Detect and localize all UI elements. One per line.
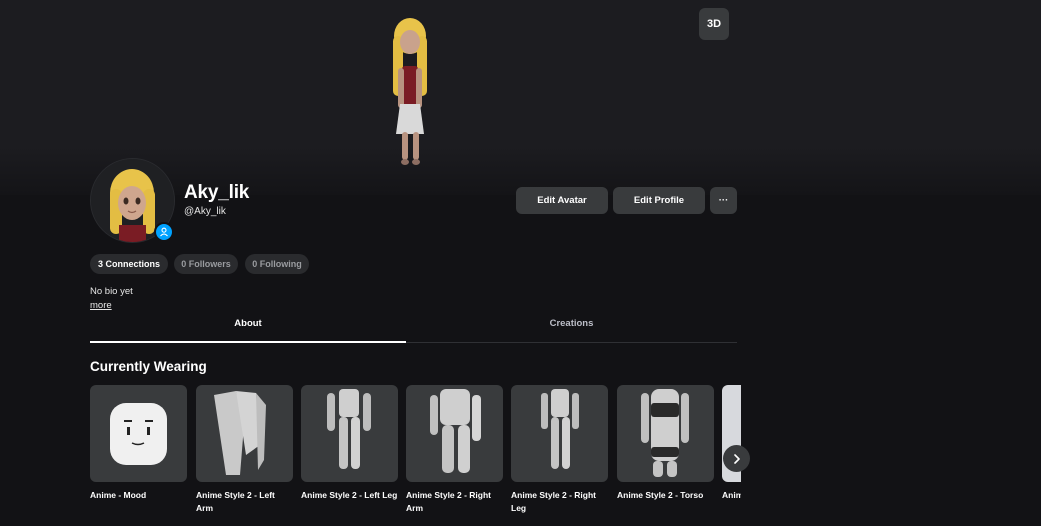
item-name: Anime Style 2 - Left Arm	[196, 490, 275, 513]
followers-pill[interactable]: 0 Followers	[174, 254, 238, 274]
carousel-next-button[interactable]	[723, 445, 750, 472]
item-thumbnail	[617, 385, 714, 482]
display-name: Aky_lik	[184, 182, 250, 203]
wearing-item-card[interactable]: Anime Style 2 - Right Leg	[511, 385, 608, 515]
item-name: Anime Style 2 - Right Arm	[406, 490, 492, 513]
edit-profile-button[interactable]: Edit Profile	[613, 187, 705, 214]
bio-more-link[interactable]: more	[90, 300, 112, 311]
item-thumbnail	[196, 385, 293, 482]
wearing-item-card[interactable]: Anime Style 2 - Right Arm	[406, 385, 503, 515]
item-thumbnail	[301, 385, 398, 482]
wearing-item-card[interactable]: Anime Style 2 - Eyes	[722, 385, 741, 502]
tab-about[interactable]: About	[90, 318, 406, 329]
item-name: Anime - Mood	[90, 490, 147, 500]
following-pill[interactable]: 0 Following	[245, 254, 309, 274]
chevron-right-icon	[733, 453, 740, 464]
connections-pill[interactable]: 3 Connections	[90, 254, 168, 274]
edit-avatar-button[interactable]: Edit Avatar	[516, 187, 608, 214]
item-thumbnail	[511, 385, 608, 482]
currently-wearing-carousel: Anime - Mood Anime Style 2 - Left Arm An…	[90, 385, 741, 526]
item-name: Anime Style 2 - Right Leg	[511, 490, 597, 513]
view-3d-toggle-button[interactable]: 3D	[699, 8, 729, 40]
currently-wearing-title: Currently Wearing	[90, 359, 207, 374]
wearing-item-card[interactable]: Anime Style 2 - Left Leg	[301, 385, 398, 502]
wearing-item-card[interactable]: Anime - Mood	[90, 385, 187, 502]
avatar-3d-render[interactable]	[378, 14, 442, 168]
item-name: Anime Style 2 - Eyes	[722, 490, 741, 500]
tab-creations[interactable]: Creations	[406, 318, 737, 329]
bio-text: No bio yet	[90, 286, 133, 297]
item-thumbnail	[90, 385, 187, 482]
wearing-item-card[interactable]: Anime Style 2 - Torso	[617, 385, 714, 502]
item-name: Anime Style 2 - Left Leg	[301, 490, 398, 500]
username: @Aky_lik	[184, 206, 226, 217]
active-tab-indicator	[90, 341, 406, 343]
more-options-button[interactable]: ···	[710, 187, 737, 214]
user-icon	[160, 227, 168, 237]
item-name: Anime Style 2 - Torso	[617, 490, 704, 500]
item-thumbnail	[406, 385, 503, 482]
online-status-badge	[154, 222, 174, 242]
wearing-item-card[interactable]: Anime Style 2 - Left Arm	[196, 385, 293, 515]
